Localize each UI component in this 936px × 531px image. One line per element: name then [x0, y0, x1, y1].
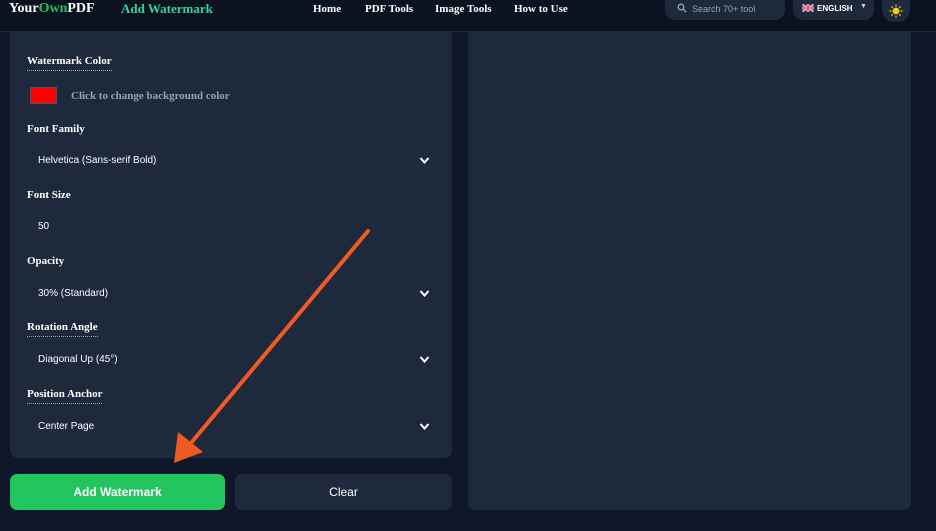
- position-anchor-label: Position Anchor: [27, 388, 103, 404]
- chevron-down-icon: [419, 157, 430, 165]
- nav-home[interactable]: Home: [313, 3, 341, 15]
- font-size-input[interactable]: 50: [27, 213, 439, 241]
- preview-panel: [468, 32, 911, 510]
- language-selector[interactable]: ENGLISH ▼: [793, 0, 874, 20]
- position-anchor-value: Center Page: [38, 421, 95, 432]
- opacity-value: 30% (Standard): [38, 288, 109, 299]
- top-navbar: YourOwnPDF Add Watermark Home PDF Tools …: [0, 0, 936, 32]
- chevron-down-icon: [419, 423, 430, 431]
- position-anchor-select[interactable]: Center Page: [27, 413, 439, 441]
- opacity-label: Opacity: [27, 255, 65, 267]
- caret-down-icon: ▼: [860, 3, 867, 10]
- page-title: Add Watermark: [121, 1, 213, 16]
- font-family-value: Helvetica (Sans-serif Bold): [38, 155, 157, 166]
- rotation-angle-select[interactable]: Diagonal Up (45°): [27, 346, 439, 374]
- font-family-select[interactable]: Helvetica (Sans-serif Bold): [27, 147, 439, 175]
- rotation-angle-value: Diagonal Up (45°): [38, 354, 118, 365]
- search-placeholder: Search 70+ tool: [692, 4, 756, 14]
- font-size-value: 50: [38, 221, 50, 232]
- clear-button[interactable]: Clear: [235, 474, 452, 510]
- watermark-settings-panel: Watermark Color Click to change backgrou…: [10, 32, 452, 458]
- rotation-angle-label: Rotation Angle: [27, 321, 98, 337]
- watermark-color-label: Watermark Color: [27, 55, 112, 71]
- site-logo[interactable]: YourOwnPDF: [9, 1, 95, 17]
- search-icon: [677, 3, 687, 13]
- search-input[interactable]: Search 70+ tool: [665, 0, 785, 20]
- theme-toggle[interactable]: [882, 0, 910, 22]
- chevron-down-icon: [419, 356, 430, 364]
- opacity-select[interactable]: 30% (Standard): [27, 280, 439, 308]
- language-label: ENGLISH: [817, 4, 853, 13]
- sun-icon: [889, 4, 903, 18]
- font-family-label: Font Family: [27, 123, 85, 135]
- nav-image-tools[interactable]: Image Tools: [435, 3, 492, 15]
- uk-flag-icon: [802, 4, 814, 12]
- add-watermark-button[interactable]: Add Watermark: [10, 474, 225, 510]
- font-size-label: Font Size: [27, 189, 71, 201]
- color-hint[interactable]: Click to change background color: [71, 90, 230, 102]
- color-swatch[interactable]: [30, 87, 57, 104]
- chevron-down-icon: [419, 290, 430, 298]
- nav-how-to-use[interactable]: How to Use: [514, 3, 568, 15]
- nav-pdf-tools[interactable]: PDF Tools: [365, 3, 413, 15]
